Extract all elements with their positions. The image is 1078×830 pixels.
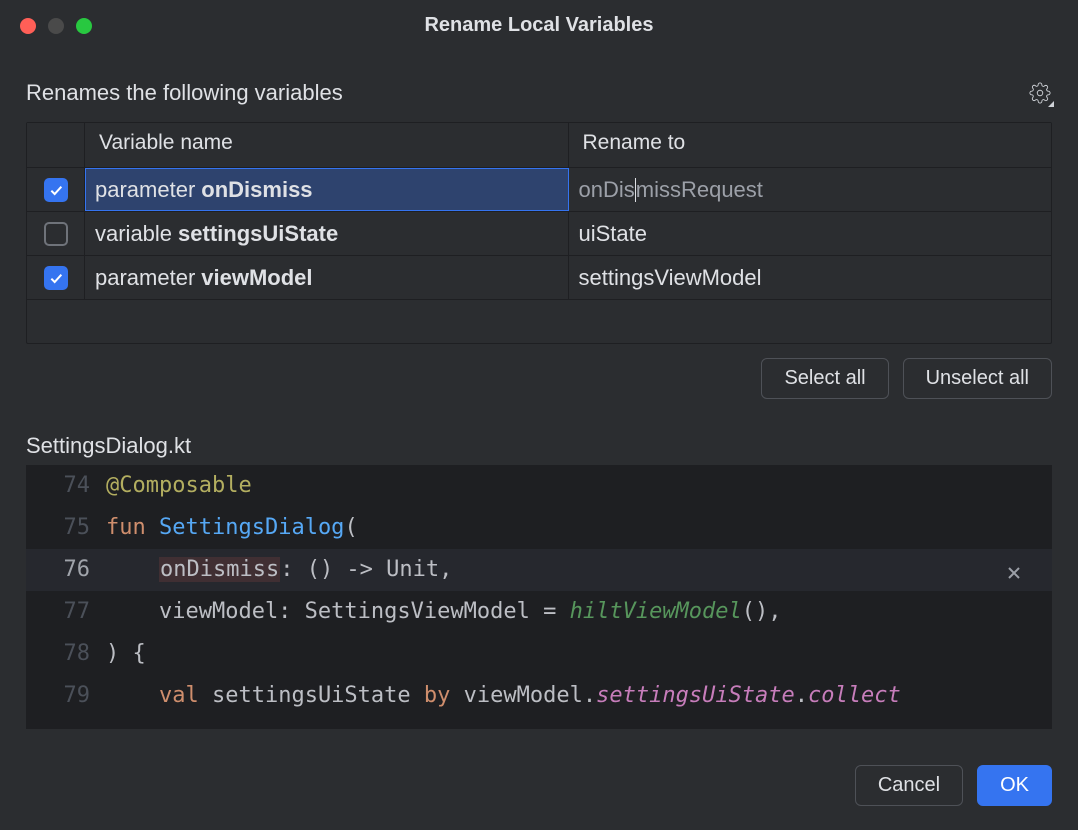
column-header-variable-name: Variable name (85, 123, 569, 167)
code-content: val settingsUiState by viewModel.setting… (106, 675, 1052, 717)
preview-filename: SettingsDialog.kt (26, 433, 1052, 459)
variable-identifier: viewModel (201, 265, 312, 291)
table-row[interactable]: variable settingsUiState uiState (27, 211, 1051, 255)
zoom-window-button[interactable] (76, 18, 92, 34)
minimize-window-button[interactable] (48, 18, 64, 34)
code-content: ) { (106, 633, 1052, 675)
line-number: 79 (26, 675, 106, 717)
rename-to-text-post: missRequest (636, 177, 763, 203)
code-line: 79 val settingsUiState by viewModel.sett… (26, 675, 1052, 717)
window-title: Rename Local Variables (20, 14, 1058, 37)
close-icon[interactable] (1004, 563, 1024, 583)
code-content: @Composable (106, 465, 1052, 507)
column-header-checkbox (27, 123, 85, 167)
rename-to-text: settingsViewModel (579, 265, 762, 291)
code-content: onDismiss: () -> Unit, (106, 549, 1052, 591)
code-preview: 74 @Composable 75 fun SettingsDialog( 76… (26, 465, 1052, 729)
settings-gear-icon[interactable] (1028, 81, 1052, 105)
code-line: 76 onDismiss: () -> Unit, (26, 549, 1052, 591)
code-line: 75 fun SettingsDialog( (26, 507, 1052, 549)
select-all-button[interactable]: Select all (761, 358, 888, 399)
line-number: 78 (26, 633, 106, 675)
code-content: fun SettingsDialog( (106, 507, 1052, 549)
code-content: viewModel: SettingsViewModel = hiltViewM… (106, 591, 1052, 633)
rename-to-text: uiState (579, 221, 648, 247)
variable-name-cell[interactable]: variable settingsUiState (85, 212, 569, 255)
row-checkbox[interactable] (44, 222, 68, 246)
code-line: 77 viewModel: SettingsViewModel = hiltVi… (26, 591, 1052, 633)
table-empty-row (27, 299, 1051, 343)
rename-to-text-pre: onDis (579, 177, 635, 203)
traffic-lights (20, 18, 92, 34)
variable-name-cell[interactable]: parameter viewModel (85, 256, 569, 299)
row-checkbox[interactable] (44, 178, 68, 202)
variable-kind-label: variable (95, 221, 172, 247)
table-row[interactable]: parameter viewModel settingsViewModel (27, 255, 1051, 299)
variable-kind-label: parameter (95, 177, 195, 203)
line-number: 76 (26, 549, 106, 591)
code-line: 74 @Composable (26, 465, 1052, 507)
rename-to-cell[interactable]: uiState (569, 212, 1052, 255)
rename-to-cell[interactable]: onDismissRequest (569, 168, 1052, 211)
dialog-subtitle: Renames the following variables (26, 80, 343, 106)
rename-to-cell[interactable]: settingsViewModel (569, 256, 1052, 299)
row-checkbox[interactable] (44, 266, 68, 290)
table-header: Variable name Rename to (27, 123, 1051, 167)
line-number: 75 (26, 507, 106, 549)
variable-name-cell[interactable]: parameter onDismiss (85, 168, 569, 211)
variable-identifier: onDismiss (201, 177, 312, 203)
table-row[interactable]: parameter onDismiss onDismissRequest (27, 167, 1051, 211)
rename-table: Variable name Rename to parameter onDism… (26, 122, 1052, 344)
cancel-button[interactable]: Cancel (855, 765, 963, 806)
code-line: 78 ) { (26, 633, 1052, 675)
unselect-all-button[interactable]: Unselect all (903, 358, 1052, 399)
titlebar: Rename Local Variables (0, 0, 1078, 50)
line-number: 74 (26, 465, 106, 507)
column-header-rename-to: Rename to (569, 123, 1052, 167)
variable-kind-label: parameter (95, 265, 195, 291)
ok-button[interactable]: OK (977, 765, 1052, 806)
variable-identifier: settingsUiState (178, 221, 338, 247)
line-number: 77 (26, 591, 106, 633)
close-window-button[interactable] (20, 18, 36, 34)
